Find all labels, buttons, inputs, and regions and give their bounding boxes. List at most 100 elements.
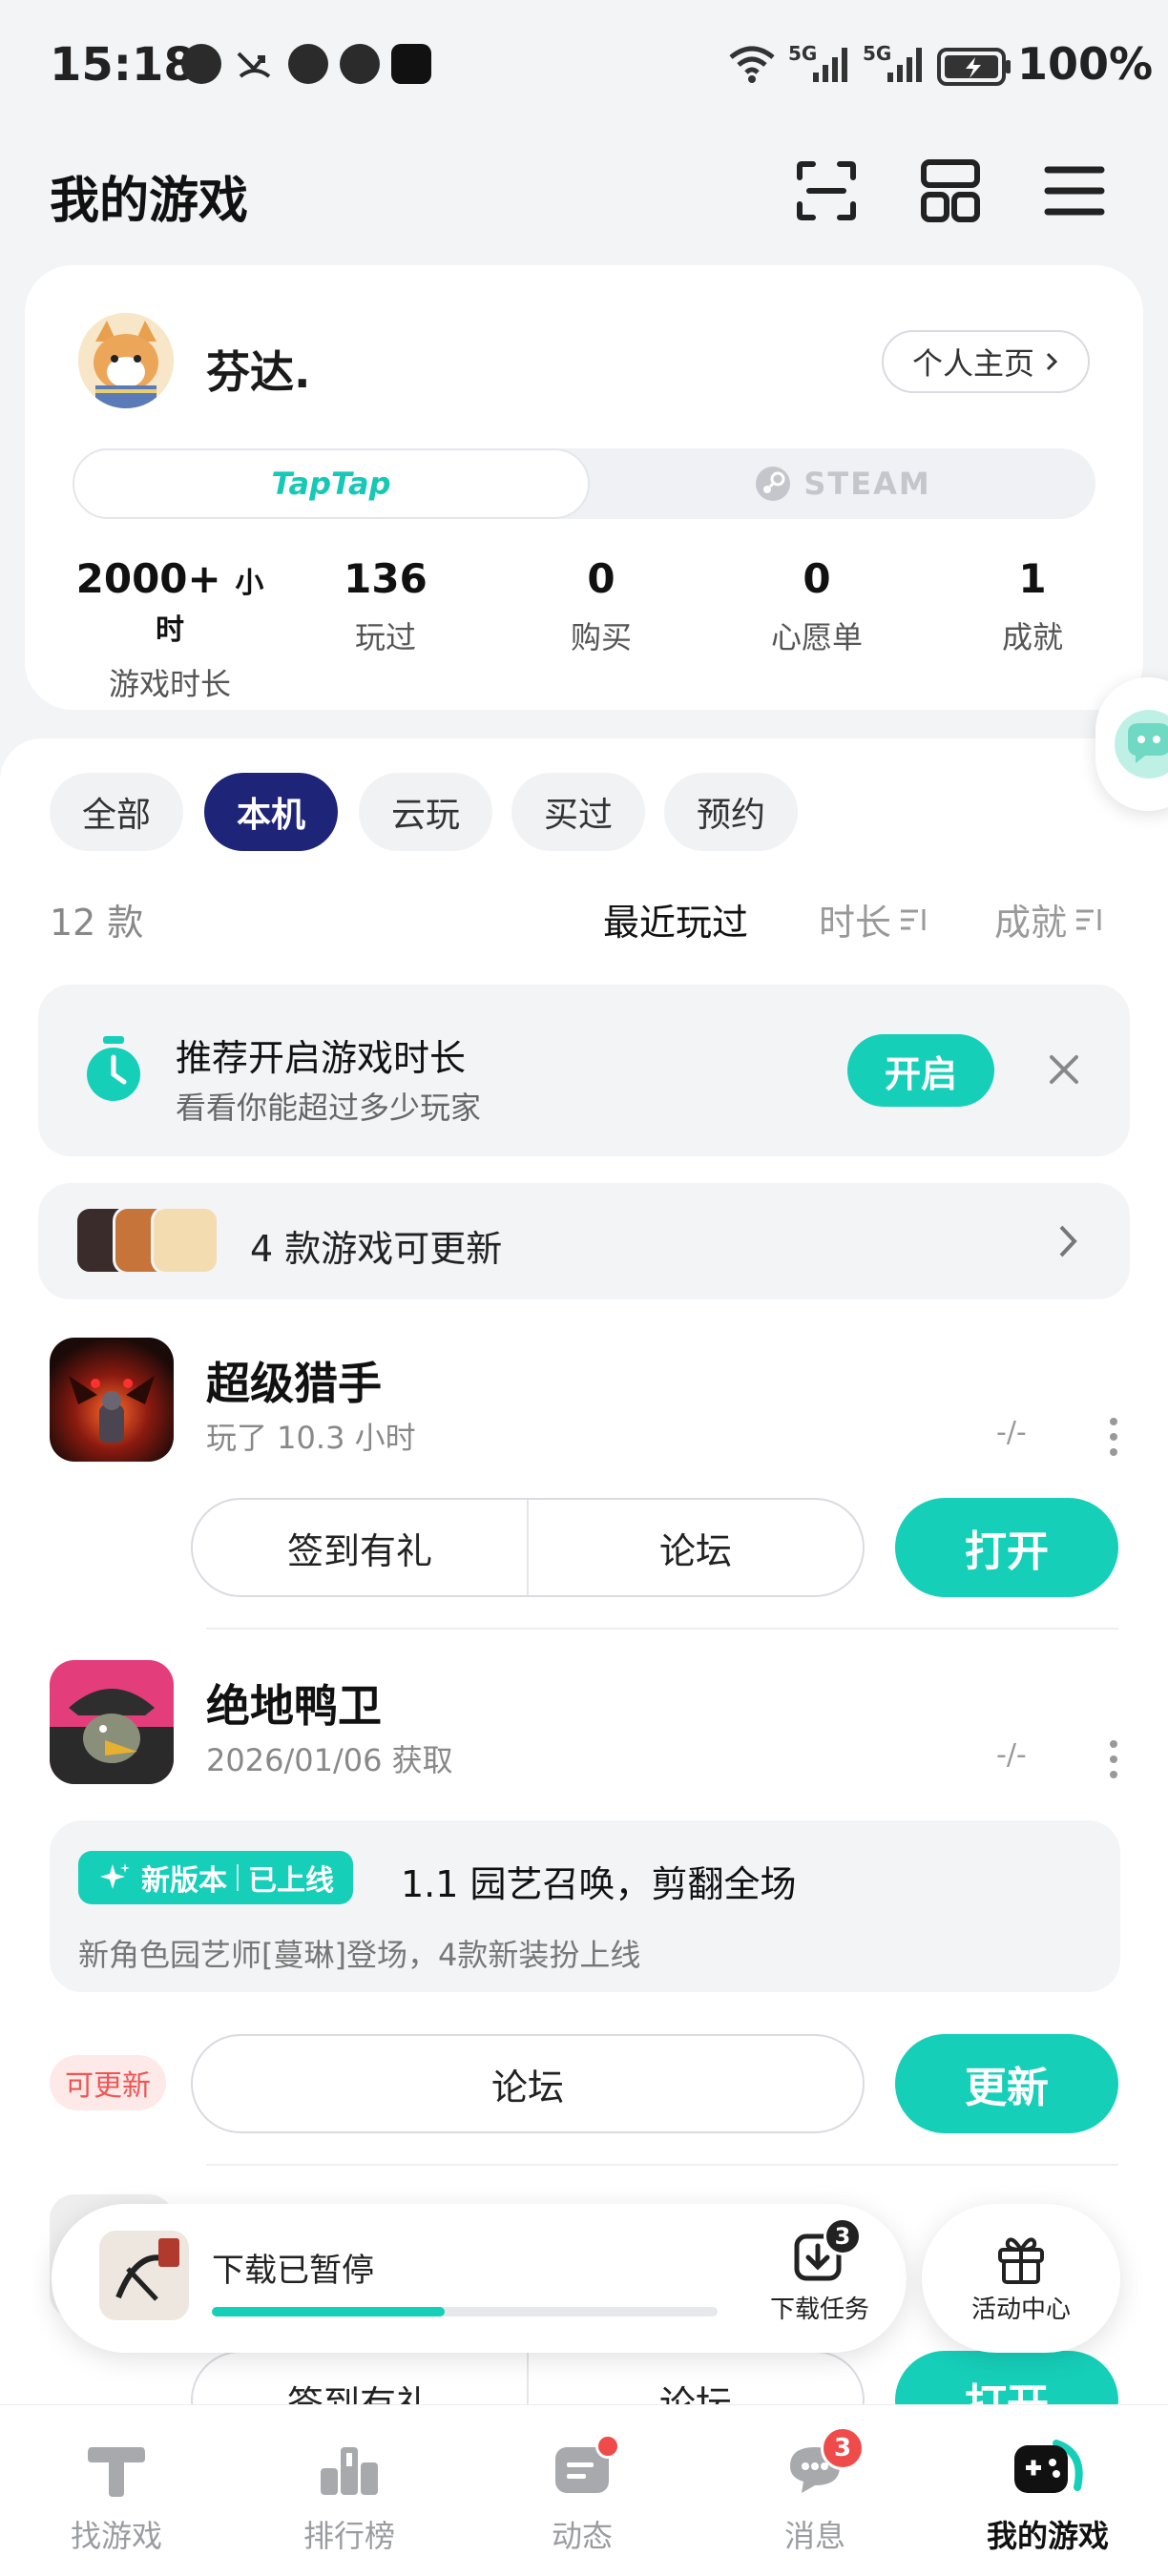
more-options-icon[interactable] [1109,1740,1118,1778]
wifi-icon [727,44,777,84]
activity-center-label: 活动中心 [970,2296,1071,2324]
enable-playtime-button[interactable]: 开启 [847,1034,994,1107]
game-actions: 签到有礼 论坛 [191,1498,865,1597]
download-progress-fill [212,2307,445,2316]
feed-unread-dot [595,2434,620,2459]
chevron-right-icon [1046,352,1058,371]
download-task-count: 3 [824,2217,862,2255]
game-icon-super-hunter[interactable] [50,1338,174,1462]
sort-recent[interactable]: 最近玩过 [603,893,748,945]
divider [206,1628,1118,1630]
filter-bought[interactable]: 买过 [511,773,646,851]
recommend-title: 推荐开启游戏时长 [176,1037,467,1079]
chevron-right-icon [1057,1223,1080,1259]
download-tasks-button[interactable]: 3 下载任务 [758,2217,882,2332]
nav-messages-label: 消息 [783,2518,845,2554]
new-version-badge: 新版本 已上线 [78,1851,353,1904]
download-game-icon [99,2231,189,2320]
missed-call-icon [235,44,275,84]
tab-steam[interactable]: STEAM [590,448,1095,519]
tab-taptap[interactable]: TapTap [73,448,590,519]
download-progress-track [212,2307,718,2316]
sort-achievement-label: 成就 [994,902,1068,944]
game-playtime: 玩了 10.3 小时 [206,1420,416,1456]
gift-icon [998,2237,1044,2284]
more-options-icon[interactable] [1109,1418,1118,1456]
nav-feed[interactable]: 动态 [487,2434,678,2556]
username: 芬达. [206,346,311,398]
stat-achievement-label: 成就 [1001,619,1063,655]
download-status-bar[interactable]: 下载已暂停 3 下载任务 [52,2204,907,2353]
game-actions: 论坛 [191,2034,865,2133]
status-time: 15:18 [50,38,196,92]
ranking-icon [321,2447,378,2495]
forum-button[interactable]: 论坛 [193,2036,863,2131]
status-bar: 15:18 5G 5G 100% [0,0,1168,134]
game-title[interactable]: 超级猎手 [206,1349,382,1412]
filter-all[interactable]: 全部 [50,773,184,851]
platform-tabs: TapTap STEAM [73,448,1095,519]
game-progress: -/- [996,1416,1027,1449]
download-status-text: 下载已暂停 [212,2252,374,2290]
updates-text: 4 款游戏可更新 [250,1228,503,1270]
signal-icon-1 [811,44,853,84]
game-thumb-icon [151,1206,219,1275]
version-news-card[interactable]: 新版本 已上线 1.1 园艺召唤，剪翻全场 新角色园艺师[蔓琳]登场，4款新装扮… [50,1820,1120,1992]
alarm-icon [181,44,221,84]
playtime-recommend-card: 推荐开启游戏时长 看看你能超过多少玩家 开启 [38,985,1130,1156]
grid-button[interactable] [912,153,989,229]
sort-achievement[interactable]: 成就 [994,893,1105,945]
nav-find-games-label: 找游戏 [70,2518,162,2554]
activity-center-button[interactable]: 活动中心 [922,2204,1120,2353]
recommend-subtitle: 看看你能超过多少玩家 [176,1090,482,1126]
sort-duration[interactable]: 时长 [819,893,929,945]
game-progress: -/- [996,1738,1027,1772]
assistant-bubble[interactable] [1095,677,1168,811]
scan-button[interactable] [788,153,865,229]
tiktok-icon [391,44,431,84]
stat-playtime-value: 2000+ [75,555,221,602]
game-icon-duck-guard[interactable] [50,1660,174,1784]
stat-wishlist-value: 0 [803,555,831,602]
stat-achievement[interactable]: 1 成就 [937,555,1128,657]
stat-wishlist-label: 心愿单 [770,619,863,655]
news-description: 新角色园艺师[蔓琳]登场，4款新装扮上线 [78,1937,641,1973]
nav-feed-label: 动态 [551,2518,613,2554]
nav-messages[interactable]: 3 消息 [720,2426,910,2556]
filter-cloud[interactable]: 云玩 [359,773,493,851]
signal-icon-2 [886,44,928,84]
update-game-button[interactable]: 更新 [895,2034,1118,2133]
stat-played-label: 玩过 [354,619,416,655]
divider [206,2164,1118,2166]
filter-reserved[interactable]: 预约 [664,773,799,851]
badge-new-version: 新版本 [141,1864,227,1898]
stat-purchased[interactable]: 0 购买 [506,555,697,657]
checkin-button[interactable]: 签到有礼 [193,1500,527,1595]
gamepad-icon [1014,2440,1083,2493]
profile-card: 芬达. 个人主页 TapTap STEAM 2000+ 小时 游戏时长 136 … [25,265,1143,710]
stat-played[interactable]: 136 玩过 [290,555,481,657]
close-recommend-button[interactable] [1042,1048,1086,1091]
game-title[interactable]: 绝地鸭卫 [206,1672,382,1735]
battery-icon [937,48,1012,86]
games-panel: 全部 本机 云玩 买过 预约 12 款 最近玩过 时长 成就 推荐开启游戏时长 … [0,738,1168,2450]
filter-local[interactable]: 本机 [204,773,339,851]
nav-find-games[interactable]: 找游戏 [21,2434,212,2556]
grid-icon [921,159,980,222]
stat-wishlist[interactable]: 0 心愿单 [721,555,912,657]
close-icon [1050,1055,1078,1084]
nav-my-games[interactable]: 我的游戏 [952,2434,1143,2556]
avatar[interactable] [78,313,174,408]
menu-button[interactable] [1036,153,1113,229]
updates-banner[interactable]: 4 款游戏可更新 [38,1183,1130,1299]
nav-rankings[interactable]: 排行榜 [254,2434,445,2556]
voice-icon [340,44,380,84]
nav-my-games-label: 我的游戏 [986,2518,1109,2554]
open-game-button[interactable]: 打开 [895,1498,1118,1597]
wechat-icon [288,44,328,84]
sort-icon [1076,908,1101,930]
personal-home-button[interactable]: 个人主页 [881,330,1090,393]
stat-playtime[interactable]: 2000+ 小时 游戏时长 [74,555,265,704]
taptap-icon [88,2447,145,2497]
forum-button[interactable]: 论坛 [529,1500,863,1595]
